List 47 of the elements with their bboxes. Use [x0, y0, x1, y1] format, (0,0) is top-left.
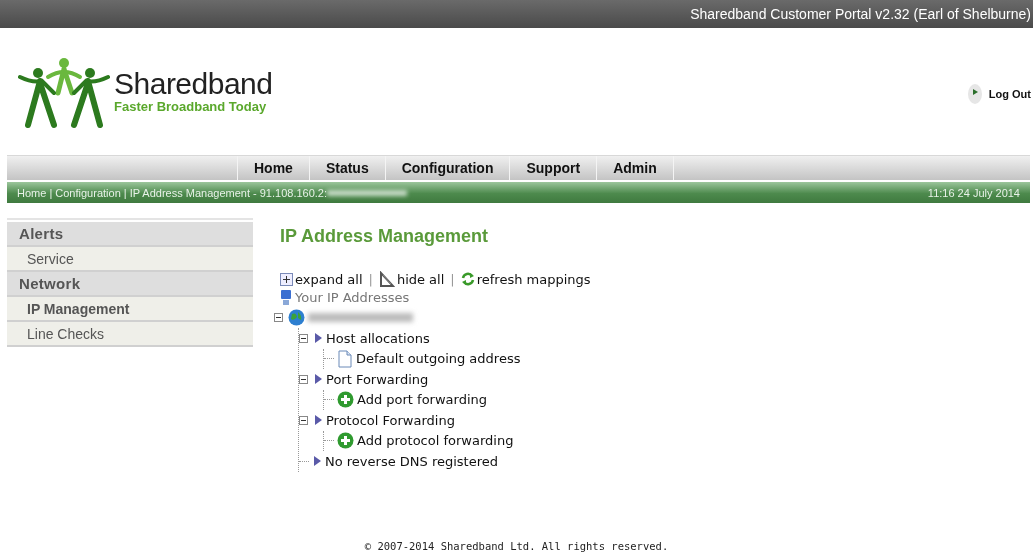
tree-node-label[interactable]: Port Forwarding: [326, 371, 429, 387]
refresh-icon[interactable]: [460, 272, 475, 286]
sidebar-section-header: Alerts: [7, 222, 253, 247]
tree-node-label[interactable]: Host allocations: [326, 330, 430, 346]
sidebar-item[interactable]: Line Checks: [7, 322, 253, 347]
expand-icon[interactable]: [280, 272, 293, 286]
nav-tab[interactable]: Support: [510, 156, 598, 180]
nav-tab[interactable]: Home: [237, 156, 310, 180]
nav-tab[interactable]: Admin: [597, 156, 674, 180]
logo-tagline: Faster Broadband Today: [114, 99, 268, 114]
page-title: IP Address Management: [280, 226, 490, 247]
tree-node-label[interactable]: Add protocol forwarding: [357, 433, 514, 449]
add-icon: [337, 391, 354, 409]
add-icon: [337, 432, 354, 450]
action-link[interactable]: hide all: [396, 271, 445, 287]
collapse-icon[interactable]: [299, 415, 308, 425]
tree-node-label[interactable]: No reverse DNS registered: [325, 453, 499, 469]
logo-name: Sharedband: [114, 67, 273, 100]
arrow-icon: [313, 373, 323, 386]
arrow-icon: [313, 414, 323, 427]
tree-node-label[interactable]: Default outgoing address: [356, 351, 521, 367]
nav-tab[interactable]: Status: [309, 156, 386, 180]
sidebar-item[interactable]: IP Management: [7, 297, 253, 322]
arrow-icon: [312, 455, 322, 468]
collapse-icon[interactable]: [274, 313, 283, 323]
globe-icon: [288, 309, 305, 327]
sidebar-section-header: Network: [7, 272, 253, 297]
portal-title: Sharedband Customer Portal v2.32 (Earl of Shelburne): [690, 6, 1031, 22]
tree-node-label[interactable]: Protocol Forwarding: [326, 412, 455, 428]
tree-root-label: Your IP Addresses: [295, 289, 410, 305]
separator: |: [450, 271, 455, 287]
collapse-icon[interactable]: [299, 374, 308, 384]
tree-node-label[interactable]: Add port forwarding: [357, 392, 488, 408]
play-icon[interactable]: [966, 82, 983, 105]
computer-icon: [280, 288, 292, 306]
separator: |: [368, 271, 373, 287]
nav-tab[interactable]: Configuration: [385, 156, 511, 180]
logout-link[interactable]: Log Out: [988, 87, 1031, 100]
date-time: 11:16 24 July 2014: [927, 186, 1020, 199]
breadcrumb: Home | Configuration | IP Address Management - 91.108.160.2:: [17, 186, 328, 199]
sidebar-item[interactable]: Service: [7, 247, 253, 272]
copyright-text: © 2007-2014 Sharedband Ltd. All rights reserved.: [364, 540, 669, 552]
collapse-icon[interactable]: [299, 333, 308, 343]
action-link[interactable]: expand all: [295, 271, 363, 287]
page-icon: [337, 349, 353, 368]
action-link[interactable]: refresh mappings: [476, 271, 591, 287]
arrow-icon: [313, 332, 323, 345]
